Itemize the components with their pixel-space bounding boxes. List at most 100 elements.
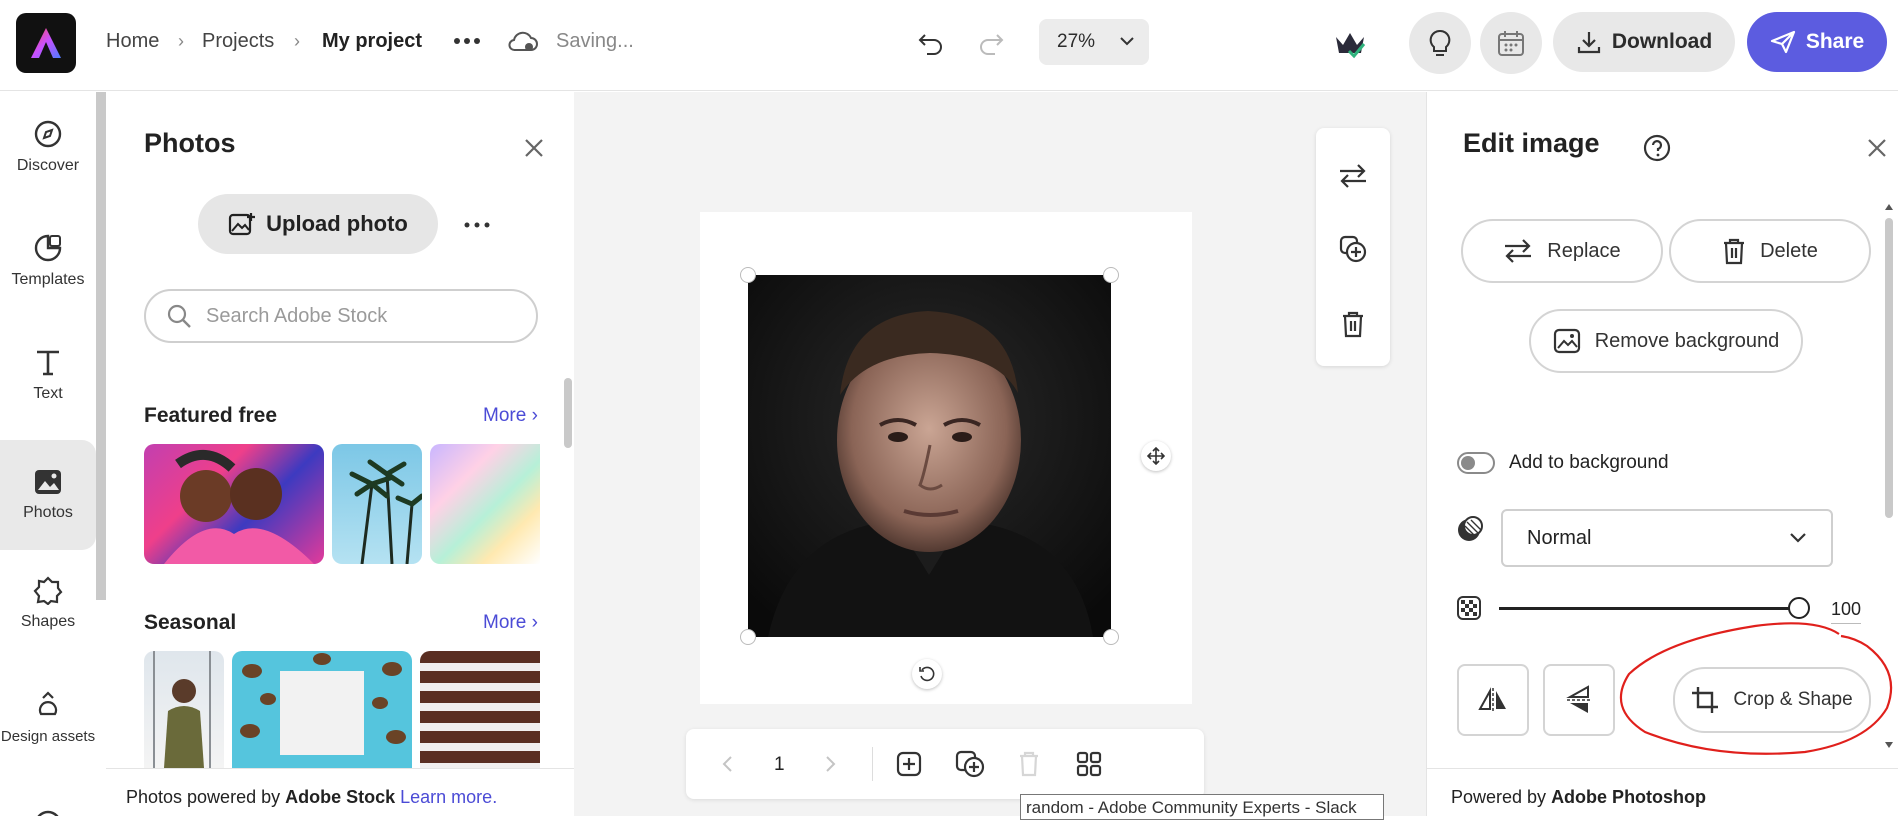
save-status: Saving...: [556, 30, 634, 52]
edit-panel-scrollbar[interactable]: [1881, 196, 1897, 756]
delete-element-button[interactable]: [1335, 306, 1371, 342]
seasonal-photo-thumbnail[interactable]: [232, 651, 412, 768]
trash-icon: [1020, 751, 1038, 777]
add-page-button[interactable]: [892, 747, 926, 781]
duplicate-icon: [1339, 235, 1367, 263]
crown-check-icon: [1336, 33, 1366, 59]
breadcrumb-projects[interactable]: Projects: [202, 30, 274, 53]
shapes-icon: [33, 576, 63, 605]
resize-handle-bottom-right[interactable]: [1103, 629, 1119, 645]
zoom-dropdown[interactable]: 27%: [1039, 19, 1149, 65]
delete-label: Delete: [1760, 239, 1818, 262]
rotate-icon: [919, 666, 935, 682]
premium-crown-button[interactable]: [1330, 24, 1370, 64]
window-tooltip: random - Adobe Community Experts - Slack: [1020, 794, 1384, 820]
remove-background-button[interactable]: Remove background: [1529, 309, 1803, 373]
flip-horizontal-button[interactable]: [1457, 664, 1529, 736]
resize-handle-bottom-left[interactable]: [740, 629, 756, 645]
rail-item-templates[interactable]: Templates: [0, 206, 96, 316]
featured-more-link[interactable]: More ›: [483, 405, 538, 427]
stock-search-input[interactable]: Search Adobe Stock: [144, 289, 538, 343]
more-horizontal-icon: [464, 222, 490, 228]
duplicate-icon: [955, 750, 985, 778]
rail-item-photos[interactable]: Photos: [0, 440, 96, 550]
image-icon: [1553, 328, 1580, 354]
featured-photo-thumbnail[interactable]: [430, 444, 540, 564]
chevron-down-icon: [1120, 37, 1134, 46]
breadcrumb-current-project[interactable]: My project: [322, 30, 422, 53]
ideas-button[interactable]: [1409, 12, 1471, 74]
lightbulb-icon: [1429, 29, 1451, 56]
more-label: More: [483, 405, 527, 426]
learn-more-link[interactable]: Learn more.: [400, 787, 497, 807]
replace-image-button[interactable]: [1335, 158, 1371, 194]
more-label: More: [483, 612, 527, 633]
panel-scrollbar[interactable]: [564, 378, 572, 448]
rail-item-discover[interactable]: Discover: [0, 92, 96, 202]
blend-mode-value: Normal: [1527, 526, 1592, 549]
close-icon: [525, 139, 543, 157]
photos-panel-footer: Photos powered by Adobe Stock Learn more…: [106, 768, 574, 816]
rail-label: Discover: [16, 157, 80, 174]
more-options-button[interactable]: [450, 24, 484, 58]
upload-more-button[interactable]: [460, 210, 494, 240]
page-navigation-bar: 1: [686, 729, 1204, 799]
help-button[interactable]: [1641, 132, 1673, 164]
schedule-button[interactable]: [1480, 12, 1542, 74]
chevron-down-icon: [1790, 533, 1806, 543]
next-page-button[interactable]: [818, 751, 844, 777]
duplicate-button[interactable]: [1335, 231, 1371, 267]
flip-vertical-icon: [1566, 685, 1591, 713]
replace-label: Replace: [1547, 239, 1621, 262]
help-icon: [1643, 134, 1671, 162]
rail-item-design-assets[interactable]: Design assets: [0, 662, 96, 772]
search-icon: [167, 304, 191, 328]
seasonal-more-link[interactable]: More ›: [483, 612, 538, 634]
artboard[interactable]: [700, 212, 1192, 704]
share-button[interactable]: Share: [1747, 12, 1887, 72]
move-handle[interactable]: [1141, 441, 1171, 471]
grid-icon: [1076, 751, 1102, 777]
chevron-right-icon: ›: [178, 31, 184, 51]
move-icon: [1147, 447, 1165, 465]
undo-button[interactable]: [914, 26, 948, 60]
resize-handle-top-right[interactable]: [1103, 267, 1119, 283]
blend-mode-dropdown[interactable]: Normal: [1501, 509, 1833, 567]
delete-button[interactable]: Delete: [1669, 219, 1871, 283]
footer-brand: Adobe Photoshop: [1551, 787, 1707, 807]
edit-image-panel: Edit image Replace Delete Remove backgro…: [1426, 92, 1898, 816]
replace-button[interactable]: Replace: [1461, 219, 1663, 283]
chevron-right-icon: ›: [531, 612, 538, 633]
grid-view-button[interactable]: [1072, 747, 1106, 781]
close-panel-button[interactable]: [518, 132, 550, 164]
upload-photo-button[interactable]: Upload photo: [198, 194, 438, 254]
photos-panel: Photos Upload photo Search Adobe Stock F…: [106, 92, 574, 816]
adobe-logo-icon: [31, 28, 61, 58]
seasonal-photo-thumbnail[interactable]: [144, 651, 224, 768]
opacity-slider-track[interactable]: [1499, 607, 1799, 610]
rail-item-shapes[interactable]: Shapes: [0, 548, 96, 658]
rail-item-text[interactable]: Text: [0, 320, 96, 430]
download-button[interactable]: Download: [1553, 12, 1735, 72]
rail-overflow-icon: [28, 804, 68, 816]
close-edit-panel-button[interactable]: [1861, 132, 1893, 164]
trash-icon: [1343, 311, 1363, 338]
adobe-express-logo[interactable]: [16, 13, 76, 73]
calendar-icon: [1498, 31, 1524, 56]
page-number: 1: [774, 754, 785, 775]
seasonal-photo-thumbnail[interactable]: [420, 651, 540, 768]
featured-photo-thumbnail[interactable]: [332, 444, 422, 564]
previous-page-button[interactable]: [714, 751, 740, 777]
rail-scrollbar[interactable]: [96, 92, 106, 600]
download-label: Download: [1611, 30, 1713, 53]
featured-photo-thumbnail[interactable]: [144, 444, 324, 564]
add-to-background-toggle[interactable]: [1457, 452, 1495, 474]
selected-image[interactable]: [748, 275, 1111, 637]
close-icon: [1868, 139, 1886, 157]
breadcrumb-home[interactable]: Home: [106, 30, 159, 53]
resize-handle-top-left[interactable]: [740, 267, 756, 283]
duplicate-page-button[interactable]: [952, 747, 988, 781]
delete-page-button[interactable]: [1012, 747, 1046, 781]
redo-button[interactable]: [974, 26, 1008, 60]
rotate-handle[interactable]: [912, 659, 942, 689]
